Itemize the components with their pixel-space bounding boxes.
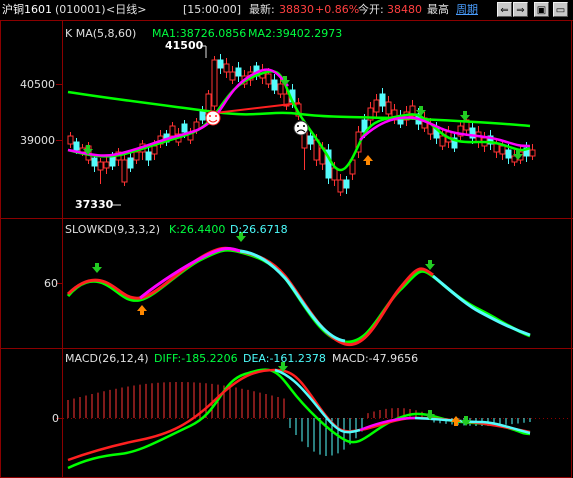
macd-value: MACD:-47.9656	[332, 352, 419, 365]
candle-body	[91, 157, 98, 167]
prev-arrow-icon[interactable]: ⇐	[497, 2, 512, 17]
open-label: 今开:	[358, 3, 384, 16]
candle-body	[379, 93, 386, 107]
candle-body	[67, 135, 74, 145]
macd-dea-value: DEA:-161.2378	[243, 352, 326, 365]
candle-body	[499, 145, 506, 155]
candle-body	[271, 79, 278, 91]
symbol-code: (010001)	[55, 3, 106, 16]
high-label: 最高	[427, 3, 449, 16]
buy-smiley-eye	[215, 115, 217, 117]
latest-price: 38830	[279, 3, 314, 16]
kline-chart-area[interactable]	[0, 20, 573, 478]
signal-arrows-kd	[92, 232, 435, 315]
candle-body	[373, 99, 380, 113]
macd-cyan-segment	[274, 368, 361, 434]
candle-body	[217, 59, 224, 69]
candle-body	[229, 71, 236, 81]
low-price-mark: 37330	[75, 198, 114, 211]
kd-cyan-segment-late	[432, 274, 531, 337]
ytick-label-39000: 39000	[20, 134, 55, 147]
high-price-mark: 41500	[165, 39, 204, 52]
macd-dea-line	[67, 368, 531, 462]
next-arrow-icon[interactable]: ⇒	[513, 2, 528, 17]
change-percent: +0.86%	[315, 3, 360, 16]
candle-body	[211, 59, 218, 107]
symbol-name: 沪铜1601	[2, 3, 52, 16]
candle-body	[151, 145, 158, 155]
macd-cyan-segment-late	[414, 416, 531, 435]
candle-body	[265, 73, 272, 85]
candle-body	[235, 67, 242, 77]
kd-panel-title: SLOWKD(9,3,3,2)	[65, 223, 161, 236]
candle-body	[127, 157, 134, 169]
candle-body	[529, 149, 536, 157]
buy-smiley-icon	[205, 110, 221, 126]
buy-arrow-icon	[363, 155, 373, 165]
sell-smiley-eye	[303, 125, 305, 127]
kd-d-value: D:26.6718	[230, 223, 288, 236]
candle-body	[385, 101, 392, 115]
candle-body	[169, 125, 176, 137]
candle-body	[73, 141, 80, 151]
candle-body	[223, 63, 230, 73]
sell-smiley-eye	[297, 125, 299, 127]
candle-body	[133, 151, 140, 161]
latest-label: 最新:	[249, 3, 275, 16]
candle-body	[493, 143, 500, 153]
candle-body	[121, 159, 128, 183]
kd-k-value: K:26.4400	[169, 223, 226, 236]
macd-panel-title: MACD(26,12,4)	[65, 352, 149, 365]
ytick-label-0: 0	[52, 412, 59, 425]
maximize-icon[interactable]: ▣	[534, 2, 549, 17]
candle-body	[145, 151, 152, 161]
sell-arrow-icon	[425, 260, 435, 270]
candle-body	[181, 123, 188, 133]
buy-smiley-eye	[209, 115, 211, 117]
period-link[interactable]: 周期	[456, 3, 478, 17]
candle-body	[109, 155, 116, 167]
candle-body	[97, 161, 104, 171]
candle-body	[103, 161, 110, 169]
macd-diff-value: DIFF:-185.2206	[154, 352, 238, 365]
candle-body	[337, 179, 344, 193]
candle-body	[439, 135, 446, 147]
candle-body	[343, 179, 350, 189]
buy-arrow-icon	[137, 305, 147, 315]
candle-body	[505, 149, 512, 159]
ytick-label-60: 60	[44, 277, 58, 290]
candle-body	[277, 83, 284, 95]
sell-arrow-icon	[92, 263, 102, 273]
sell-smiley-icon	[293, 120, 309, 136]
ma-red-segment	[214, 102, 301, 114]
title-bar: 沪铜1601 (010001) <日线> [15:00:00] 最新: 3883…	[0, 0, 573, 21]
ma2-value: MA2:39402.2973	[248, 27, 343, 40]
main-panel-title: K MA(5,8,60)	[65, 27, 137, 40]
time-label: [15:00:00]	[183, 3, 241, 16]
kd-cyan-segment	[239, 249, 346, 343]
candle-body	[307, 135, 314, 145]
open-price: 38480	[387, 3, 422, 16]
period-label: <日线>	[106, 3, 147, 16]
ytick-label-40500: 40500	[20, 78, 55, 91]
restore-icon[interactable]: ▭	[553, 2, 568, 17]
